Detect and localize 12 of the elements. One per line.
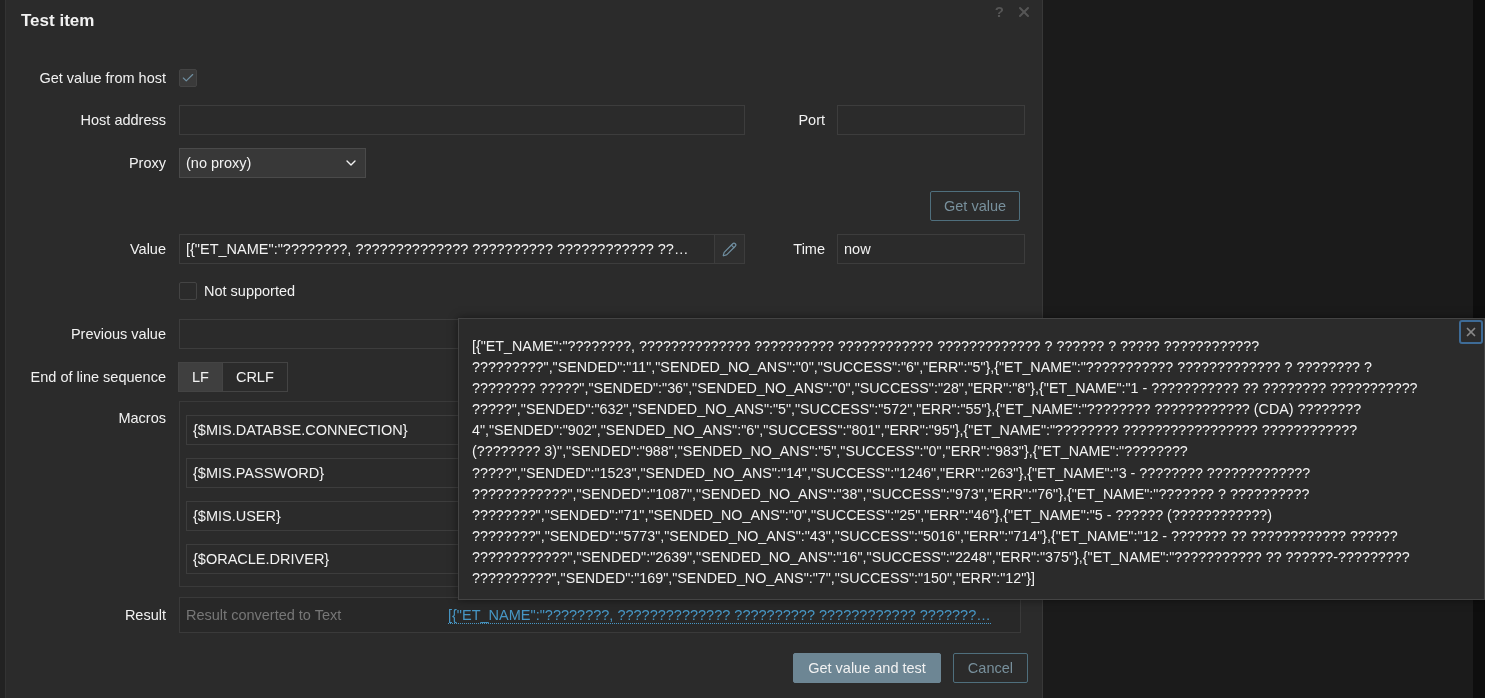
checkbox-label: Not supported (204, 283, 296, 299)
field-label: Port (797, 112, 825, 128)
dialog-title: Test item (21, 11, 95, 31)
field-label: Value (130, 241, 166, 257)
field-label: End of line sequence (30, 369, 166, 385)
field-label: Previous value (70, 326, 166, 342)
field-label: Result (124, 607, 166, 623)
field-label: Time (792, 241, 825, 257)
field-label: Host address (80, 112, 166, 128)
field-label: Macros (118, 410, 166, 426)
field-label: Get value from host (39, 70, 166, 86)
field-label: Proxy (128, 155, 166, 171)
